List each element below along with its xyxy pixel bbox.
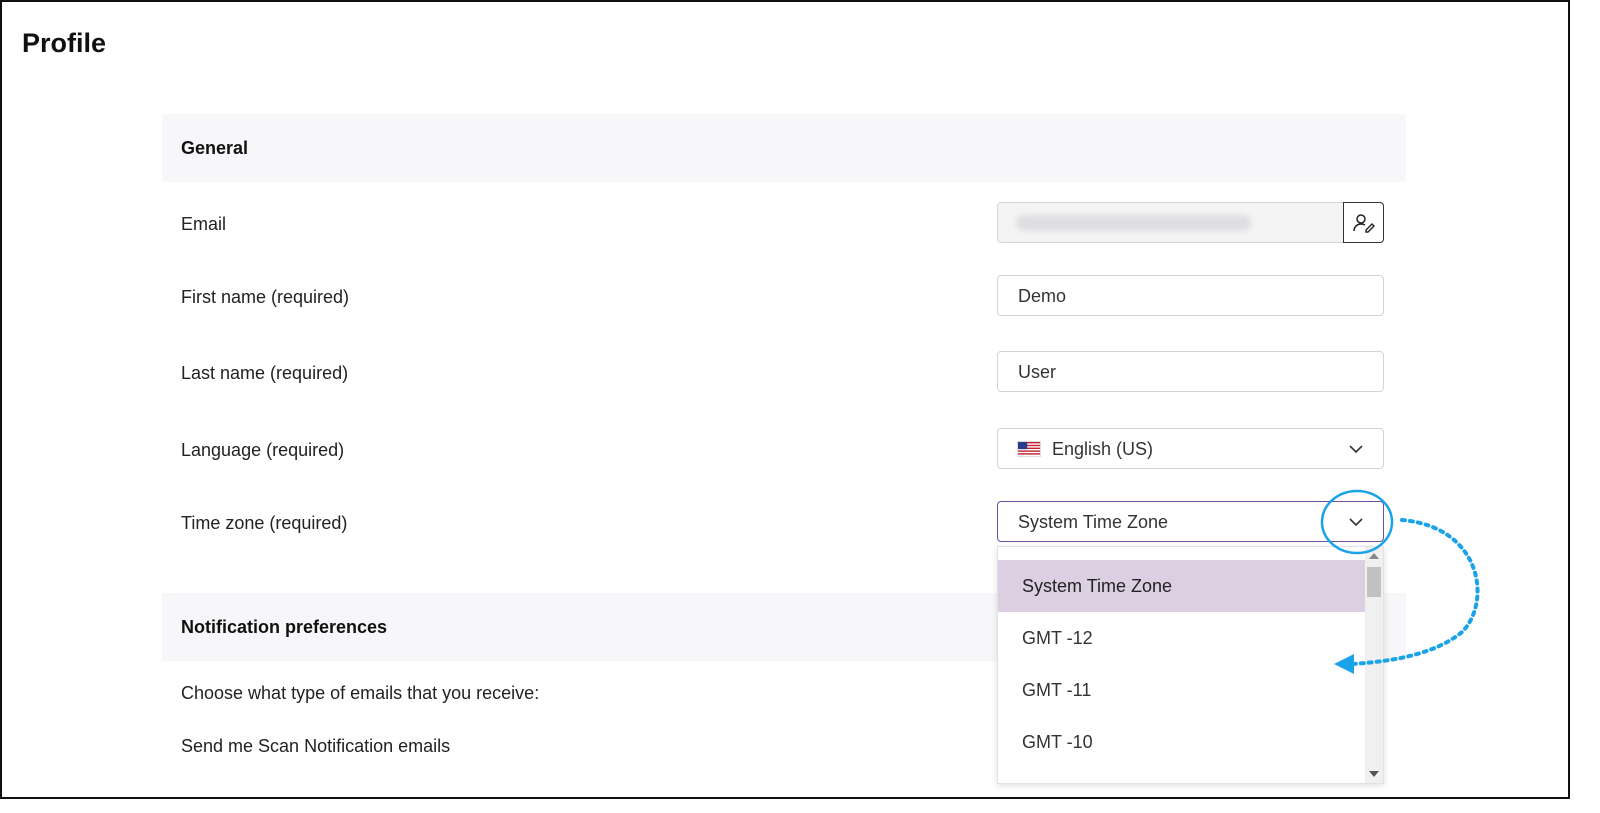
general-section-header: General [162, 114, 1406, 182]
email-label: Email [181, 214, 227, 234]
timezone-select[interactable]: System Time Zone [997, 501, 1384, 542]
scroll-down-arrow-icon[interactable] [1369, 771, 1379, 777]
profile-page: Profile General Email First name (requir… [0, 0, 1570, 799]
edit-email-button[interactable] [1343, 202, 1384, 243]
language-select[interactable]: English (US) [997, 428, 1384, 469]
timezone-option[interactable]: GMT -11 [998, 664, 1366, 716]
timezone-value: System Time Zone [1018, 512, 1169, 532]
dropdown-scrollbar[interactable] [1365, 547, 1383, 783]
language-label: Language (required) [181, 440, 345, 460]
email-value-redacted [1016, 215, 1251, 231]
us-flag-icon [1017, 441, 1041, 457]
first-name-label: First name (required) [181, 287, 350, 307]
last-name-label: Last name (required) [181, 363, 349, 383]
chevron-down-icon [1349, 445, 1363, 454]
notification-description: Choose what type of emails that you rece… [181, 683, 540, 703]
timezone-option[interactable]: GMT -12 [998, 612, 1366, 664]
notification-section-title: Notification preferences [181, 617, 388, 637]
chevron-down-icon[interactable] [1347, 513, 1365, 531]
scroll-thumb[interactable] [1367, 567, 1381, 597]
first-name-input[interactable]: Demo [997, 275, 1384, 316]
email-field [997, 202, 1384, 243]
language-value: English (US) [1052, 439, 1154, 459]
scan-notification-label: Send me Scan Notification emails [181, 736, 451, 756]
user-edit-icon [1352, 213, 1375, 233]
scroll-up-arrow-icon[interactable] [1369, 553, 1379, 559]
timezone-dropdown-list[interactable]: System Time Zone GMT -12 GMT -11 GMT -10 [997, 546, 1384, 784]
timezone-option[interactable]: System Time Zone [998, 560, 1366, 612]
page-title: Profile [22, 28, 107, 58]
last-name-value: User [1018, 362, 1057, 382]
timezone-label: Time zone (required) [181, 513, 348, 533]
general-section-title: General [181, 138, 249, 158]
last-name-input[interactable]: User [997, 351, 1384, 392]
timezone-option[interactable]: GMT -10 [998, 716, 1366, 768]
first-name-value: Demo [1018, 286, 1067, 306]
